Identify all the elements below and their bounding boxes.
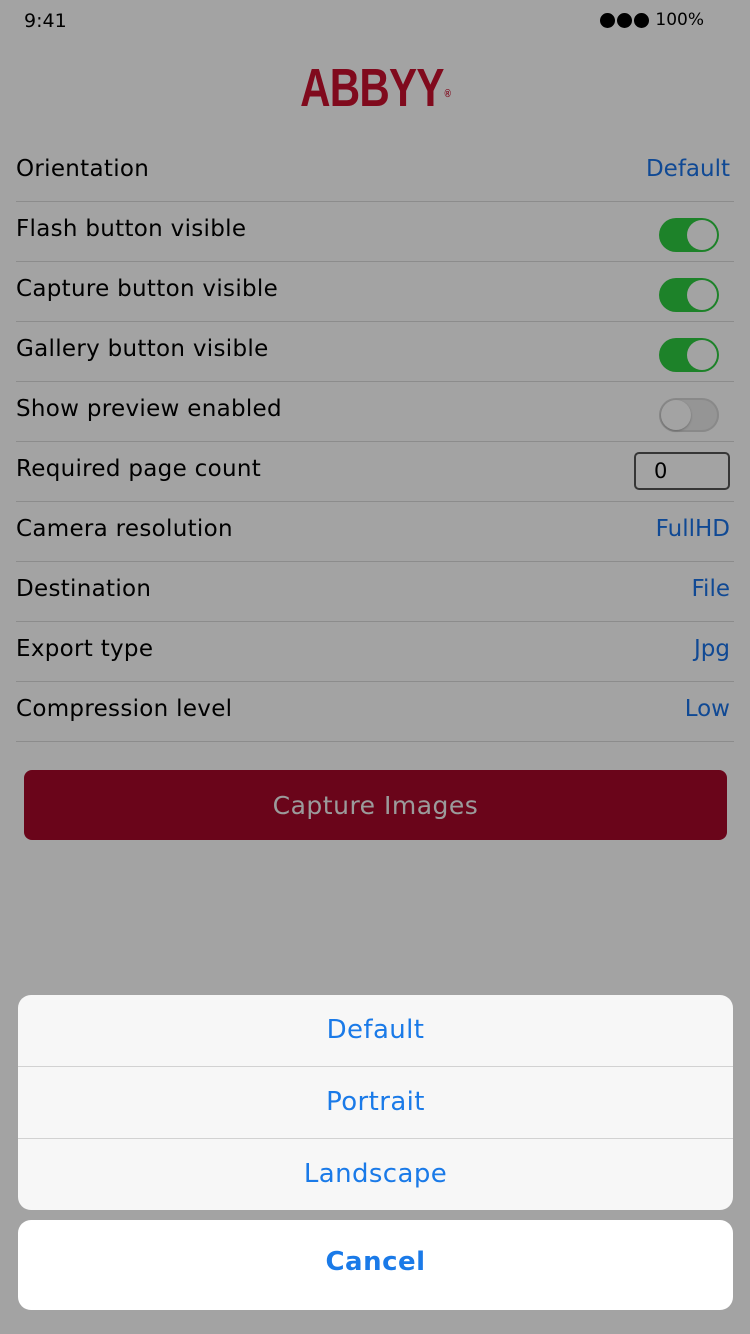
action-sheet-options: Default Portrait Landscape [18,995,733,1210]
cancel-button[interactable]: Cancel [18,1220,733,1310]
option-portrait[interactable]: Portrait [18,1067,733,1139]
option-default[interactable]: Default [18,995,733,1067]
option-landscape[interactable]: Landscape [18,1139,733,1210]
orientation-action-sheet: Default Portrait Landscape Cancel [18,995,733,1310]
